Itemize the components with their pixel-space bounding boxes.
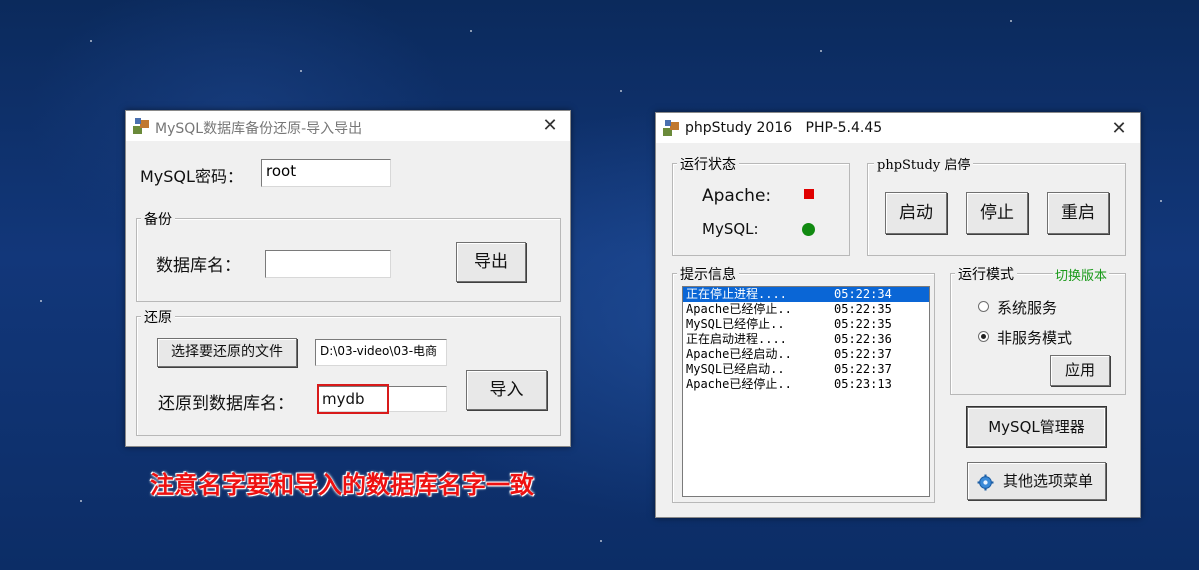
phpstudy-window: phpStudy 2016 PHP-5.4.45 ✕ 运行状态 Apache: … (655, 112, 1141, 518)
star (90, 40, 92, 42)
star (40, 300, 42, 302)
target-database-label: 还原到数据库名： (158, 394, 294, 414)
stop-button[interactable]: 停止 (966, 192, 1028, 234)
log-message: 正在启动进程.... (686, 332, 787, 346)
log-entry[interactable]: 正在启动进程.... 05:22:36 (683, 332, 929, 347)
log-list[interactable]: 正在停止进程.... 05:22:34 Apache已经停止.. 05:22:35 … (682, 286, 930, 497)
app-icon (663, 120, 679, 136)
database-name-field[interactable] (265, 250, 391, 278)
log-entry[interactable]: Apache已经启动.. 05:22:37 (683, 347, 929, 362)
choose-file-button[interactable]: 选择要还原的文件 (157, 338, 297, 367)
log-entry[interactable]: MySQL已经启动.. 05:22:37 (683, 362, 929, 377)
log-entry[interactable]: Apache已经停止.. 05:22:35 (683, 302, 929, 317)
star (820, 50, 822, 52)
status-group: 运行状态 (672, 154, 850, 256)
status-group-title: 运行状态 (677, 154, 739, 174)
file-path-field[interactable]: D:\03-video\03-电商 (315, 339, 447, 366)
window-title: phpStudy 2016 PHP-5.4.45 (685, 120, 883, 136)
backup-group-title: 备份 (141, 209, 175, 229)
log-entry[interactable]: Apache已经停止.. 05:23:13 (683, 377, 929, 392)
system-service-label[interactable]: 系统服务 (997, 297, 1057, 318)
system-service-radio[interactable] (978, 301, 989, 312)
log-message: MySQL已经启动.. (686, 362, 785, 376)
star (1160, 200, 1162, 202)
apache-status-indicator (804, 189, 814, 199)
log-entry[interactable]: 正在停止进程.... 05:22:34 (683, 287, 929, 302)
log-time: 05:22:36 (834, 332, 892, 346)
log-time: 05:22:34 (834, 287, 892, 301)
star (1010, 20, 1012, 22)
close-icon[interactable]: ✕ (1107, 119, 1131, 139)
star (470, 30, 472, 32)
restart-button[interactable]: 重启 (1047, 192, 1109, 234)
annotation-note: 注意名字要和导入的数据库名字一致 (150, 471, 534, 499)
restore-group-title: 还原 (141, 307, 175, 327)
log-message: Apache已经停止.. (686, 302, 792, 316)
log-time: 05:22:37 (834, 362, 892, 376)
star (620, 90, 622, 92)
log-message: 正在停止进程.... (686, 287, 787, 301)
apply-button[interactable]: 应用 (1050, 355, 1110, 386)
star (80, 500, 82, 502)
log-message: Apache已经停止.. (686, 377, 792, 391)
close-icon[interactable]: ✕ (538, 116, 562, 136)
log-entry[interactable]: MySQL已经停止.. 05:22:35 (683, 317, 929, 332)
gear-icon (977, 474, 994, 491)
log-message: MySQL已经停止.. (686, 317, 785, 331)
import-button[interactable]: 导入 (466, 370, 547, 410)
export-button[interactable]: 导出 (456, 242, 526, 282)
mode-group-title: 运行模式 (955, 264, 1017, 284)
log-message: Apache已经启动.. (686, 347, 792, 361)
title-bar[interactable]: MySQL数据库备份还原-导入导出 ✕ (126, 111, 570, 141)
log-time: 05:22:35 (834, 317, 892, 331)
app-icon (133, 118, 149, 134)
title-bar[interactable]: phpStudy 2016 PHP-5.4.45 ✕ (656, 113, 1140, 143)
star (600, 540, 602, 542)
log-time: 05:23:13 (834, 377, 892, 391)
password-field[interactable]: root (261, 159, 391, 187)
database-name-label: 数据库名： (156, 256, 241, 276)
password-label: MySQL密码： (140, 167, 243, 186)
start-button[interactable]: 启动 (885, 192, 947, 234)
log-group-title: 提示信息 (677, 264, 739, 284)
switch-version-link[interactable]: 切换版本 (1053, 265, 1110, 284)
non-service-label[interactable]: 非服务模式 (997, 327, 1072, 348)
log-time: 05:22:37 (834, 347, 892, 361)
target-database-value: mydb (322, 390, 365, 408)
mysql-status-label: MySQL: (702, 220, 759, 238)
other-options-button[interactable]: 其他选项菜单 (967, 462, 1106, 500)
log-time: 05:22:35 (834, 302, 892, 316)
mysql-manager-button[interactable]: MySQL管理器 (967, 407, 1106, 447)
apache-status-label: Apache: (702, 186, 772, 206)
window-title: MySQL数据库备份还原-导入导出 (155, 121, 363, 137)
mysql-backup-window: MySQL数据库备份还原-导入导出 ✕ MySQL密码： root 备份 数据库… (125, 110, 571, 447)
control-group-title: phpStudy 启停 (874, 154, 974, 173)
other-options-label: 其他选项菜单 (1003, 472, 1094, 490)
star (300, 70, 302, 72)
non-service-radio[interactable] (978, 331, 989, 342)
mysql-status-indicator (802, 223, 815, 236)
